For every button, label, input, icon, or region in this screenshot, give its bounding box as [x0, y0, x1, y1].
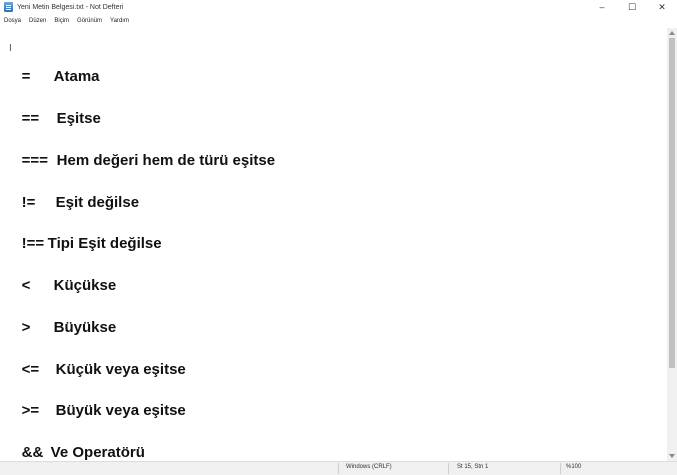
- menu-edit[interactable]: Düzen: [25, 18, 50, 24]
- operator: >: [21, 319, 31, 336]
- line-ending-status: Windows (CRLF): [346, 464, 392, 470]
- operator: =: [21, 68, 31, 85]
- operator-description: Eşitse: [56, 110, 101, 127]
- editor-line: > Büyükse: [5, 298, 117, 336]
- operator: <=: [21, 361, 40, 378]
- operator: >=: [21, 402, 40, 419]
- status-divider: [338, 463, 339, 474]
- menu-view[interactable]: Görünüm: [73, 18, 106, 24]
- menu-bar: Dosya Düzen Biçim Görünüm Yardım: [0, 14, 677, 27]
- status-divider: [448, 463, 449, 474]
- operator-description: Küçük veya eşitse: [55, 361, 186, 378]
- status-divider: [560, 463, 561, 474]
- operator-description: Eşit değilse: [55, 194, 140, 211]
- text-editor-area[interactable]: I = Atama == Eşitse === Hem değeri hem de t…: [0, 28, 667, 461]
- title-bar: Yeni Metin Belgesi.txt - Not Defteri – ☐…: [0, 0, 677, 14]
- editor-line: && Ve Operatörü: [5, 423, 145, 461]
- operator-description: Tipi Eşit değilse: [47, 235, 162, 252]
- scrollbar-thumb[interactable]: [669, 38, 675, 368]
- editor-line: !== Tipi Eşit değilse: [5, 214, 162, 252]
- editor-line: = Atama: [5, 47, 100, 85]
- operator-description: Hem değeri hem de türü eşitse: [56, 152, 276, 169]
- operator: ==: [21, 110, 40, 127]
- menu-file[interactable]: Dosya: [0, 18, 25, 24]
- operator: !=: [21, 194, 36, 211]
- scroll-down-arrow-icon[interactable]: [669, 454, 675, 458]
- operator-description: Büyükse: [53, 319, 117, 336]
- operator: !==: [21, 235, 45, 252]
- vertical-scrollbar[interactable]: [667, 28, 677, 461]
- status-bar: Windows (CRLF) St 15, Stn 1 %100: [0, 461, 677, 475]
- editor-line: != Eşit değilse: [5, 173, 139, 211]
- maximize-button[interactable]: ☐: [617, 0, 647, 14]
- cursor-position-status: St 15, Stn 1: [457, 464, 489, 470]
- editor-line: === Hem değeri hem de türü eşitse: [5, 131, 275, 169]
- window-title: Yeni Metin Belgesi.txt - Not Defteri: [17, 3, 124, 11]
- operator-description: Atama: [53, 68, 100, 85]
- notepad-app-icon: [4, 2, 13, 12]
- editor-line: >= Büyük veya eşitse: [5, 381, 186, 419]
- window-controls: – ☐ ✕: [587, 0, 677, 14]
- minimize-button[interactable]: –: [587, 0, 617, 14]
- menu-help[interactable]: Yardım: [106, 18, 133, 24]
- operator: ===: [21, 152, 48, 169]
- menu-format[interactable]: Biçim: [50, 18, 73, 24]
- operator-description: Büyük veya eşitse: [55, 402, 186, 419]
- scroll-up-arrow-icon[interactable]: [669, 31, 675, 35]
- operator: &&: [21, 444, 44, 461]
- close-button[interactable]: ✕: [647, 0, 677, 14]
- operator: <: [21, 277, 31, 294]
- operator-description: Küçükse: [53, 277, 117, 294]
- operator-description: Ve Operatörü: [50, 444, 145, 461]
- editor-line: <= Küçük veya eşitse: [5, 340, 186, 378]
- editor-line: == Eşitse: [5, 89, 101, 127]
- zoom-status: %100: [566, 464, 582, 470]
- editor-line: < Küçükse: [5, 256, 117, 294]
